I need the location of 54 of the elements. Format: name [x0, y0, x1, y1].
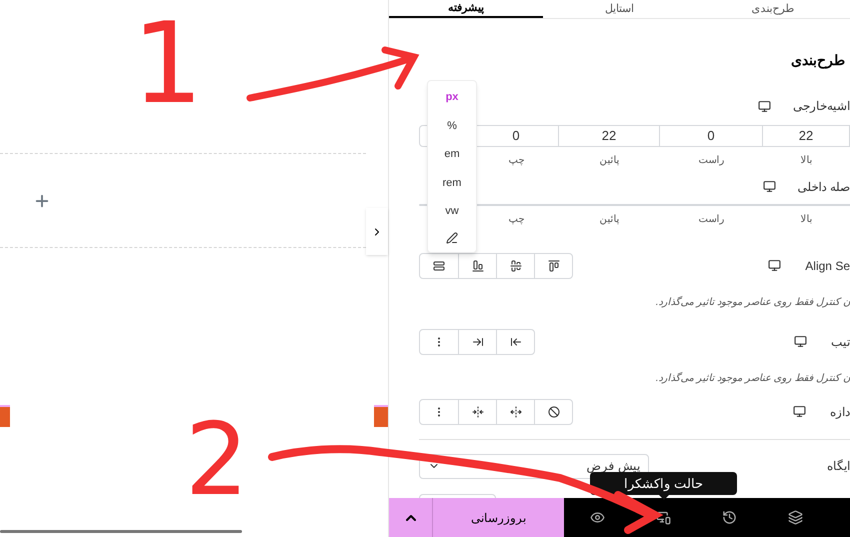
side-label: چپ: [508, 154, 524, 168]
section-handle: [374, 405, 388, 427]
annotation-number: 1: [132, 8, 204, 120]
help-note: ن کنترل فقط روی عناصر موجود تاثیر می‌گذارد.: [656, 296, 850, 308]
unit-option[interactable]: %: [447, 118, 457, 134]
desktop-icon[interactable]: [758, 100, 771, 112]
help-note: ن کنترل فقط روی عناصر موجود تاثیر می‌گذارد.: [656, 372, 850, 384]
unit-option[interactable]: vw: [445, 203, 459, 220]
side-label: بالا: [800, 212, 812, 226]
side-label: راست: [698, 212, 724, 226]
input-field[interactable]: 22: [559, 125, 660, 146]
desktop-icon[interactable]: [768, 259, 782, 272]
layers-icon: [788, 510, 802, 525]
align-top-icon: [548, 260, 560, 272]
scrollbar[interactable]: [0, 530, 242, 533]
align-middle-icon: [510, 260, 522, 272]
arrow-to-line-icon: [472, 336, 484, 348]
field-label: صله داخلی: [798, 178, 850, 196]
section-handle: [0, 405, 10, 427]
panel-tab[interactable]: استایل: [542, 0, 696, 18]
section-title: طرح‌بندی: [791, 52, 845, 68]
eye-icon: [590, 510, 604, 525]
panel-tab[interactable]: طرح‌بندی: [696, 0, 850, 18]
desktop-icon[interactable]: [794, 335, 807, 348]
history-icon: [722, 510, 736, 525]
align-bottom-icon: [472, 260, 484, 272]
expand-icon: [510, 406, 522, 418]
field-label: Align Se: [805, 258, 850, 274]
field-label: تیب: [831, 334, 850, 350]
side-label: بالا: [800, 154, 812, 168]
arrow-to-line-icon: [510, 336, 522, 348]
unit-option[interactable]: em: [444, 146, 460, 163]
side-label: راست: [698, 154, 724, 168]
side-label: چپ: [508, 212, 524, 226]
annotation-number: 2: [185, 410, 249, 510]
field-label: ایگاه: [827, 458, 850, 475]
shrink-icon: [472, 406, 484, 418]
panel-tab[interactable]: پیشرفته: [388, 0, 543, 18]
panel-toggle[interactable]: [366, 208, 388, 255]
ban-icon: [548, 406, 560, 418]
input-field[interactable]: 22: [763, 125, 850, 146]
unit-option[interactable]: rem: [442, 174, 462, 192]
tooltip: حالت واکشکرا: [590, 472, 737, 500]
unit-option[interactable]: px: [446, 89, 458, 106]
pencil-icon[interactable]: [446, 232, 458, 244]
desktop-icon[interactable]: [793, 405, 806, 418]
input-field[interactable]: 0: [660, 125, 763, 146]
side-label: پائین: [600, 154, 620, 168]
field-label: دازه: [830, 404, 850, 420]
field-label: اشیه‌خارجی: [793, 98, 850, 115]
stretch-icon: [433, 260, 445, 272]
desktop-icon[interactable]: [762, 180, 776, 193]
responsive-mode-icon: [656, 510, 670, 525]
side-label: پائین: [600, 212, 620, 226]
